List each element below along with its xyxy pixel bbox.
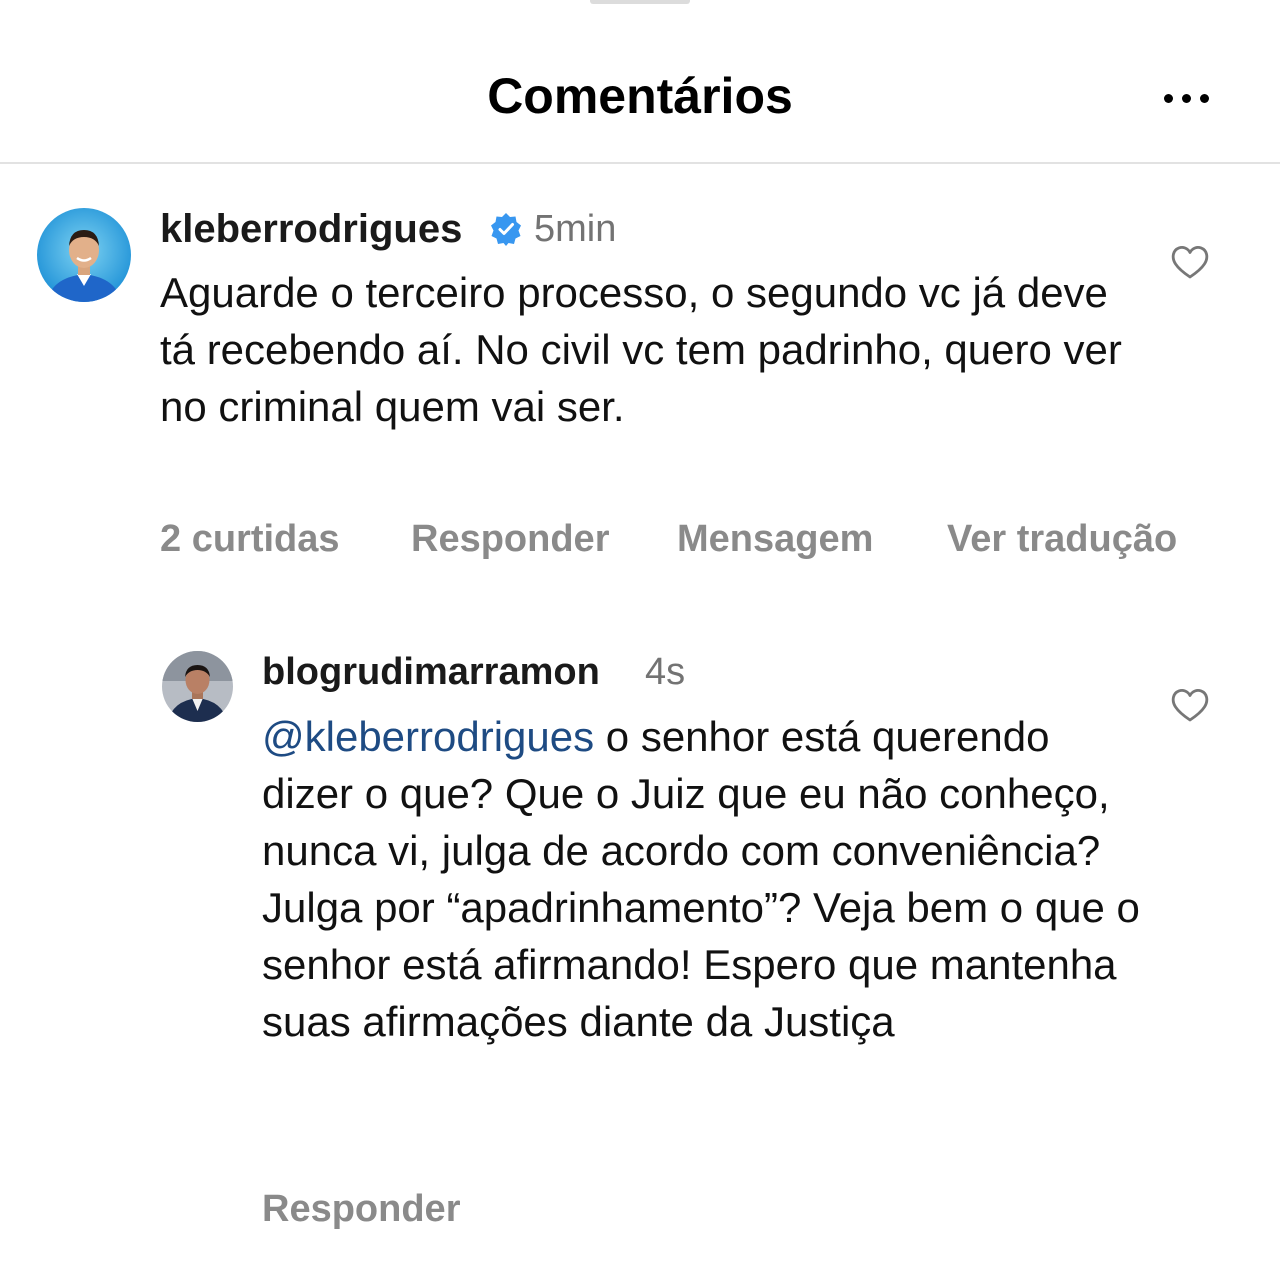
- reply-button[interactable]: Responder: [262, 1184, 460, 1234]
- heart-outline-icon: [1171, 689, 1209, 722]
- verified-badge-icon: [489, 212, 523, 246]
- comment-timestamp: 5min: [534, 208, 617, 250]
- comment-username[interactable]: blogrudimarramon: [262, 647, 600, 697]
- like-button[interactable]: [1171, 687, 1209, 723]
- comment-timestamp: 4s: [645, 651, 686, 693]
- message-button[interactable]: Mensagem: [677, 514, 873, 564]
- avatar[interactable]: [162, 651, 233, 722]
- more-options-button[interactable]: [1152, 78, 1220, 118]
- likes-count[interactable]: 2 curtidas: [160, 514, 340, 564]
- heart-outline-icon: [1171, 246, 1209, 279]
- more-icon-dot: [1181, 93, 1191, 103]
- comments-header: Comentários: [0, 0, 1280, 164]
- comment-text: Aguarde o terceiro processo, o segundo v…: [160, 269, 1122, 430]
- more-horizontal-icon: [1163, 93, 1173, 103]
- avatar-image-blogrudimarramon: [162, 651, 233, 722]
- more-icon-dot: [1199, 93, 1209, 103]
- page-title: Comentários: [487, 68, 793, 124]
- avatar[interactable]: [37, 208, 131, 302]
- like-button[interactable]: [1171, 244, 1209, 280]
- avatar-image-kleberrodrigues: [37, 208, 131, 302]
- mention-link[interactable]: @kleberrodrigues: [262, 713, 594, 760]
- comment-username[interactable]: kleberrodrigues: [160, 204, 462, 254]
- comment-text: @kleberrodrigues o senhor está querendo …: [262, 708, 1142, 1050]
- reply-button[interactable]: Responder: [411, 514, 609, 564]
- comment-body: o senhor está querendo dizer o que? Que …: [262, 713, 1140, 1045]
- see-translation-button[interactable]: Ver tradução: [947, 514, 1177, 564]
- comments-screen: Comentários kleberrodrigues 5min Aguarde…: [0, 0, 1280, 1273]
